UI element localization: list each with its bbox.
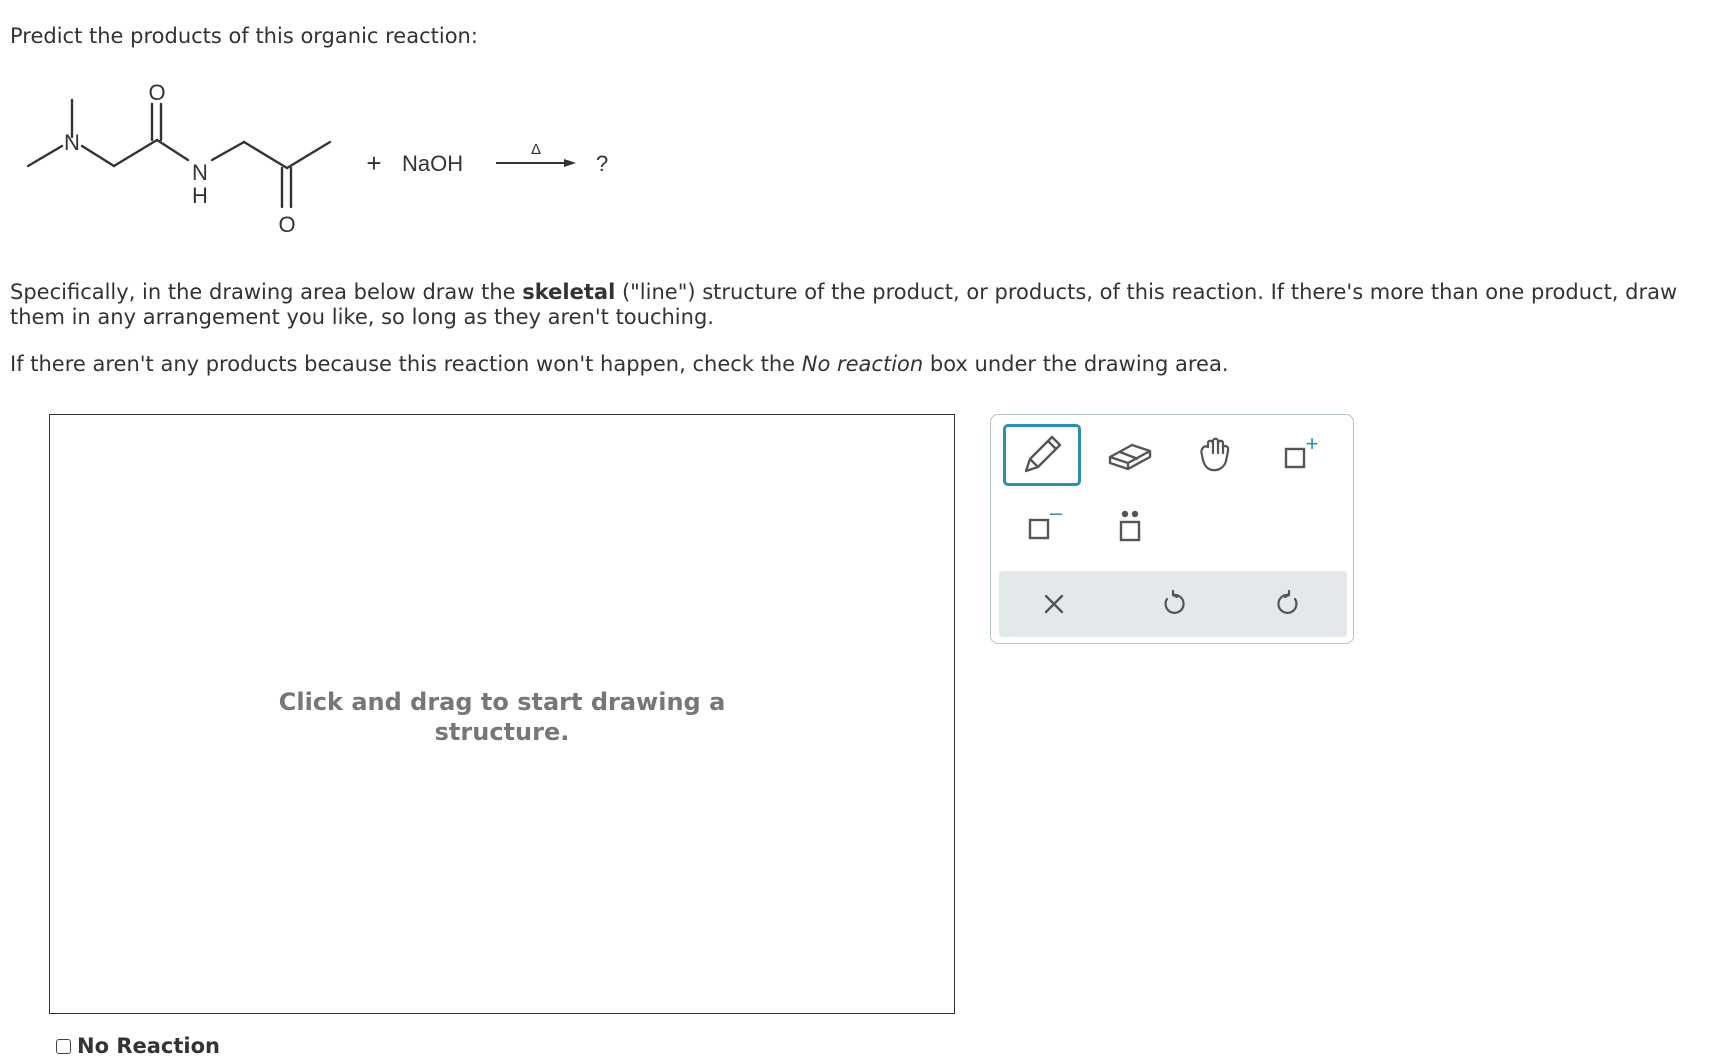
remove-charge-button[interactable]: – <box>1003 495 1081 557</box>
redo-icon <box>1277 589 1298 614</box>
pencil-icon <box>1024 435 1062 473</box>
atom-n-amide: N <box>192 160 208 185</box>
no-reaction-label[interactable]: No Reaction <box>77 1034 220 1058</box>
charge-plus-label: + <box>1306 431 1319 456</box>
hand-icon <box>1200 437 1230 472</box>
heat-symbol: Δ <box>531 141 541 158</box>
clear-icon <box>1044 594 1064 614</box>
drawing-canvas[interactable]: Click and drag to start drawing a struct… <box>49 414 955 1014</box>
add-charge-icon: + <box>1284 431 1319 469</box>
action-bar <box>999 571 1347 637</box>
no-reaction-text-pre: If there aren't any products because thi… <box>10 352 802 376</box>
reaction-scheme: N O N H O + NaOH Δ ? <box>0 80 700 250</box>
no-reaction-checkbox[interactable] <box>56 1038 71 1054</box>
lone-pair-button[interactable] <box>1091 495 1169 557</box>
canvas-hint: Click and drag to start drawing a struct… <box>50 687 954 747</box>
no-reaction-text-em: No reaction <box>801 352 924 376</box>
instruction-bold: skeletal <box>522 280 616 304</box>
atom-h: H <box>192 183 208 208</box>
undo-icon <box>1164 589 1185 614</box>
atom-o-top: O <box>148 80 165 105</box>
question-title: Predict the products of this organic rea… <box>10 24 478 48</box>
instructions: Specifically, in the drawing area below … <box>10 280 1710 330</box>
lone-pair-icon <box>1119 510 1141 542</box>
no-reaction-text-post: box under the drawing area. <box>923 352 1229 376</box>
instruction-text-pre: Specifically, in the drawing area below … <box>10 280 523 304</box>
plus-sign: + <box>366 148 381 178</box>
undo-button[interactable] <box>1118 571 1228 637</box>
remove-charge-icon: – <box>1028 502 1063 540</box>
reagent-label: NaOH <box>402 151 463 176</box>
clear-button[interactable] <box>999 571 1109 637</box>
product-unknown: ? <box>596 151 608 176</box>
eraser-tool-button[interactable] <box>1091 424 1169 486</box>
reactant-structure: N O N H O + NaOH Δ ? <box>26 80 608 237</box>
pencil-tool-button[interactable] <box>1003 424 1081 486</box>
reaction-arrow <box>496 159 576 167</box>
atom-n-amine: N <box>64 130 80 155</box>
hand-tool-button[interactable] <box>1177 424 1255 486</box>
atom-o-bottom: O <box>278 212 295 237</box>
redo-button[interactable] <box>1234 571 1344 637</box>
canvas-hint-line2: structure. <box>434 718 570 746</box>
charge-minus-label: – <box>1050 502 1063 525</box>
no-reaction-instructions: If there aren't any products because thi… <box>10 352 1229 376</box>
canvas-hint-line1: Click and drag to start drawing a <box>278 688 726 716</box>
no-reaction-option[interactable]: No Reaction <box>56 1034 220 1058</box>
add-charge-button[interactable]: + <box>1259 424 1337 486</box>
eraser-icon <box>1108 443 1152 471</box>
drawing-toolbar: + – <box>990 414 1354 644</box>
